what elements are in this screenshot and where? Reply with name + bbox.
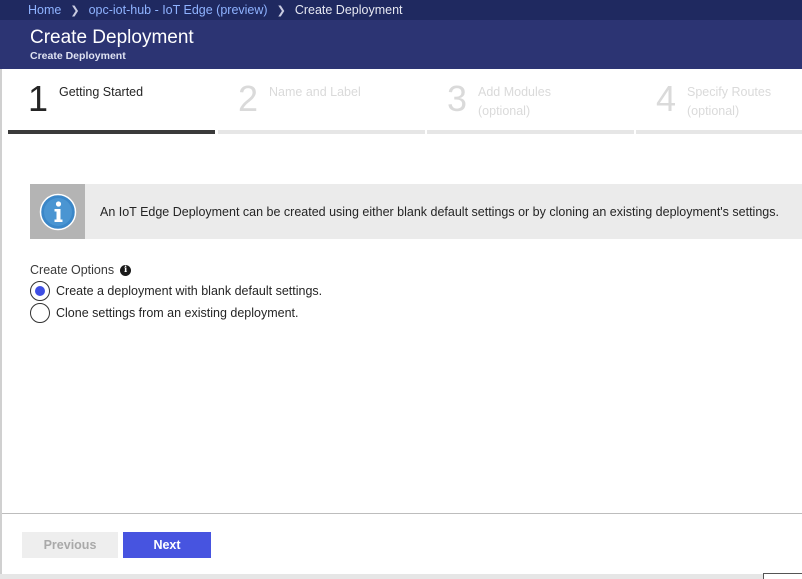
step-label: Specify Routes (optional) [687,85,772,118]
radio-button[interactable] [30,281,50,301]
step-number: 2 [238,78,259,119]
wizard-steps: 1 Getting Started 2 Name and Label 3 Add… [8,69,802,134]
step-name-and-label[interactable]: 2 Name and Label [218,69,425,134]
step-progress-bar [636,130,802,134]
info-tooltip-icon[interactable]: i [120,264,132,276]
footer-divider [2,513,802,514]
chevron-right-icon: ❯ [276,4,286,17]
step-specify-routes[interactable]: 4 Specify Routes (optional) [636,69,802,134]
page-subtitle: Create Deployment [30,50,126,62]
step-number: 1 [28,78,49,119]
radio-clone-settings[interactable]: Clone settings from an existing deployme… [30,303,299,323]
info-icon [30,184,85,239]
breadcrumb-current: Create Deployment [294,3,403,17]
step-progress-bar [427,130,634,134]
step-add-modules[interactable]: 3 Add Modules (optional) [427,69,634,134]
breadcrumb-home-link[interactable]: Home [28,3,61,17]
step-progress-bar [218,130,425,134]
step-getting-started[interactable]: 1 Getting Started [8,69,215,134]
page-title: Create Deployment [30,27,194,48]
step-progress-bar [8,130,215,134]
info-banner: An IoT Edge Deployment can be created us… [30,184,802,239]
create-options-label: Create Options i [30,263,132,277]
breadcrumb: Home ❯ opc-iot-hub - IoT Edge (preview) … [0,0,802,20]
radio-label: Clone settings from an existing deployme… [56,306,299,320]
step-label: Getting Started [59,85,144,99]
previous-button[interactable]: Previous [22,532,118,558]
radio-blank-settings[interactable]: Create a deployment with blank default s… [30,281,322,301]
breadcrumb-hub-link[interactable]: opc-iot-hub - IoT Edge (preview) [89,3,268,17]
step-label: Add Modules (optional) [478,85,551,118]
bottom-scrollbar-strip [0,574,802,579]
radio-label: Create a deployment with blank default s… [56,284,323,298]
radio-selected-dot [35,286,45,296]
step-label: Name and Label [269,85,361,99]
info-message: An IoT Edge Deployment can be created us… [100,204,779,219]
blade-header: Create Deployment Create Deployment [0,20,802,69]
chevron-right-icon: ❯ [70,4,80,17]
radio-button[interactable] [30,303,50,323]
create-options-text: Create Options [30,263,115,277]
next-button[interactable]: Next [123,532,211,558]
corner-resize-box [763,573,802,579]
step-number: 3 [447,78,468,119]
blade-border [0,69,2,574]
step-number: 4 [656,78,677,119]
